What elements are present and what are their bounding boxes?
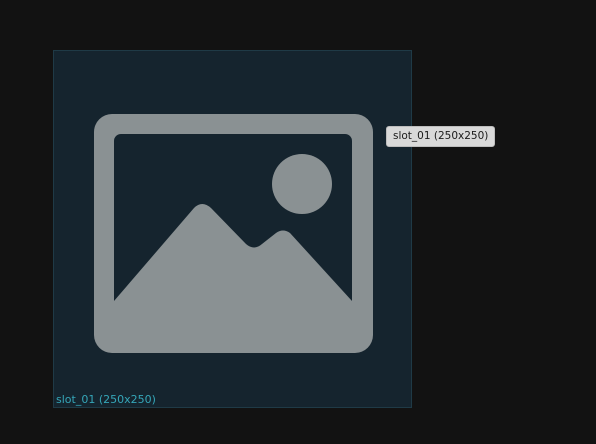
- image-placeholder-icon: [94, 114, 373, 353]
- slot-tooltip: slot_01 (250x250): [386, 126, 496, 147]
- canvas: slot_01 (250x250) slot_01 (250x250): [0, 0, 596, 444]
- image-slot[interactable]: slot_01 (250x250): [53, 50, 412, 408]
- slot-caption: slot_01 (250x250): [56, 393, 156, 406]
